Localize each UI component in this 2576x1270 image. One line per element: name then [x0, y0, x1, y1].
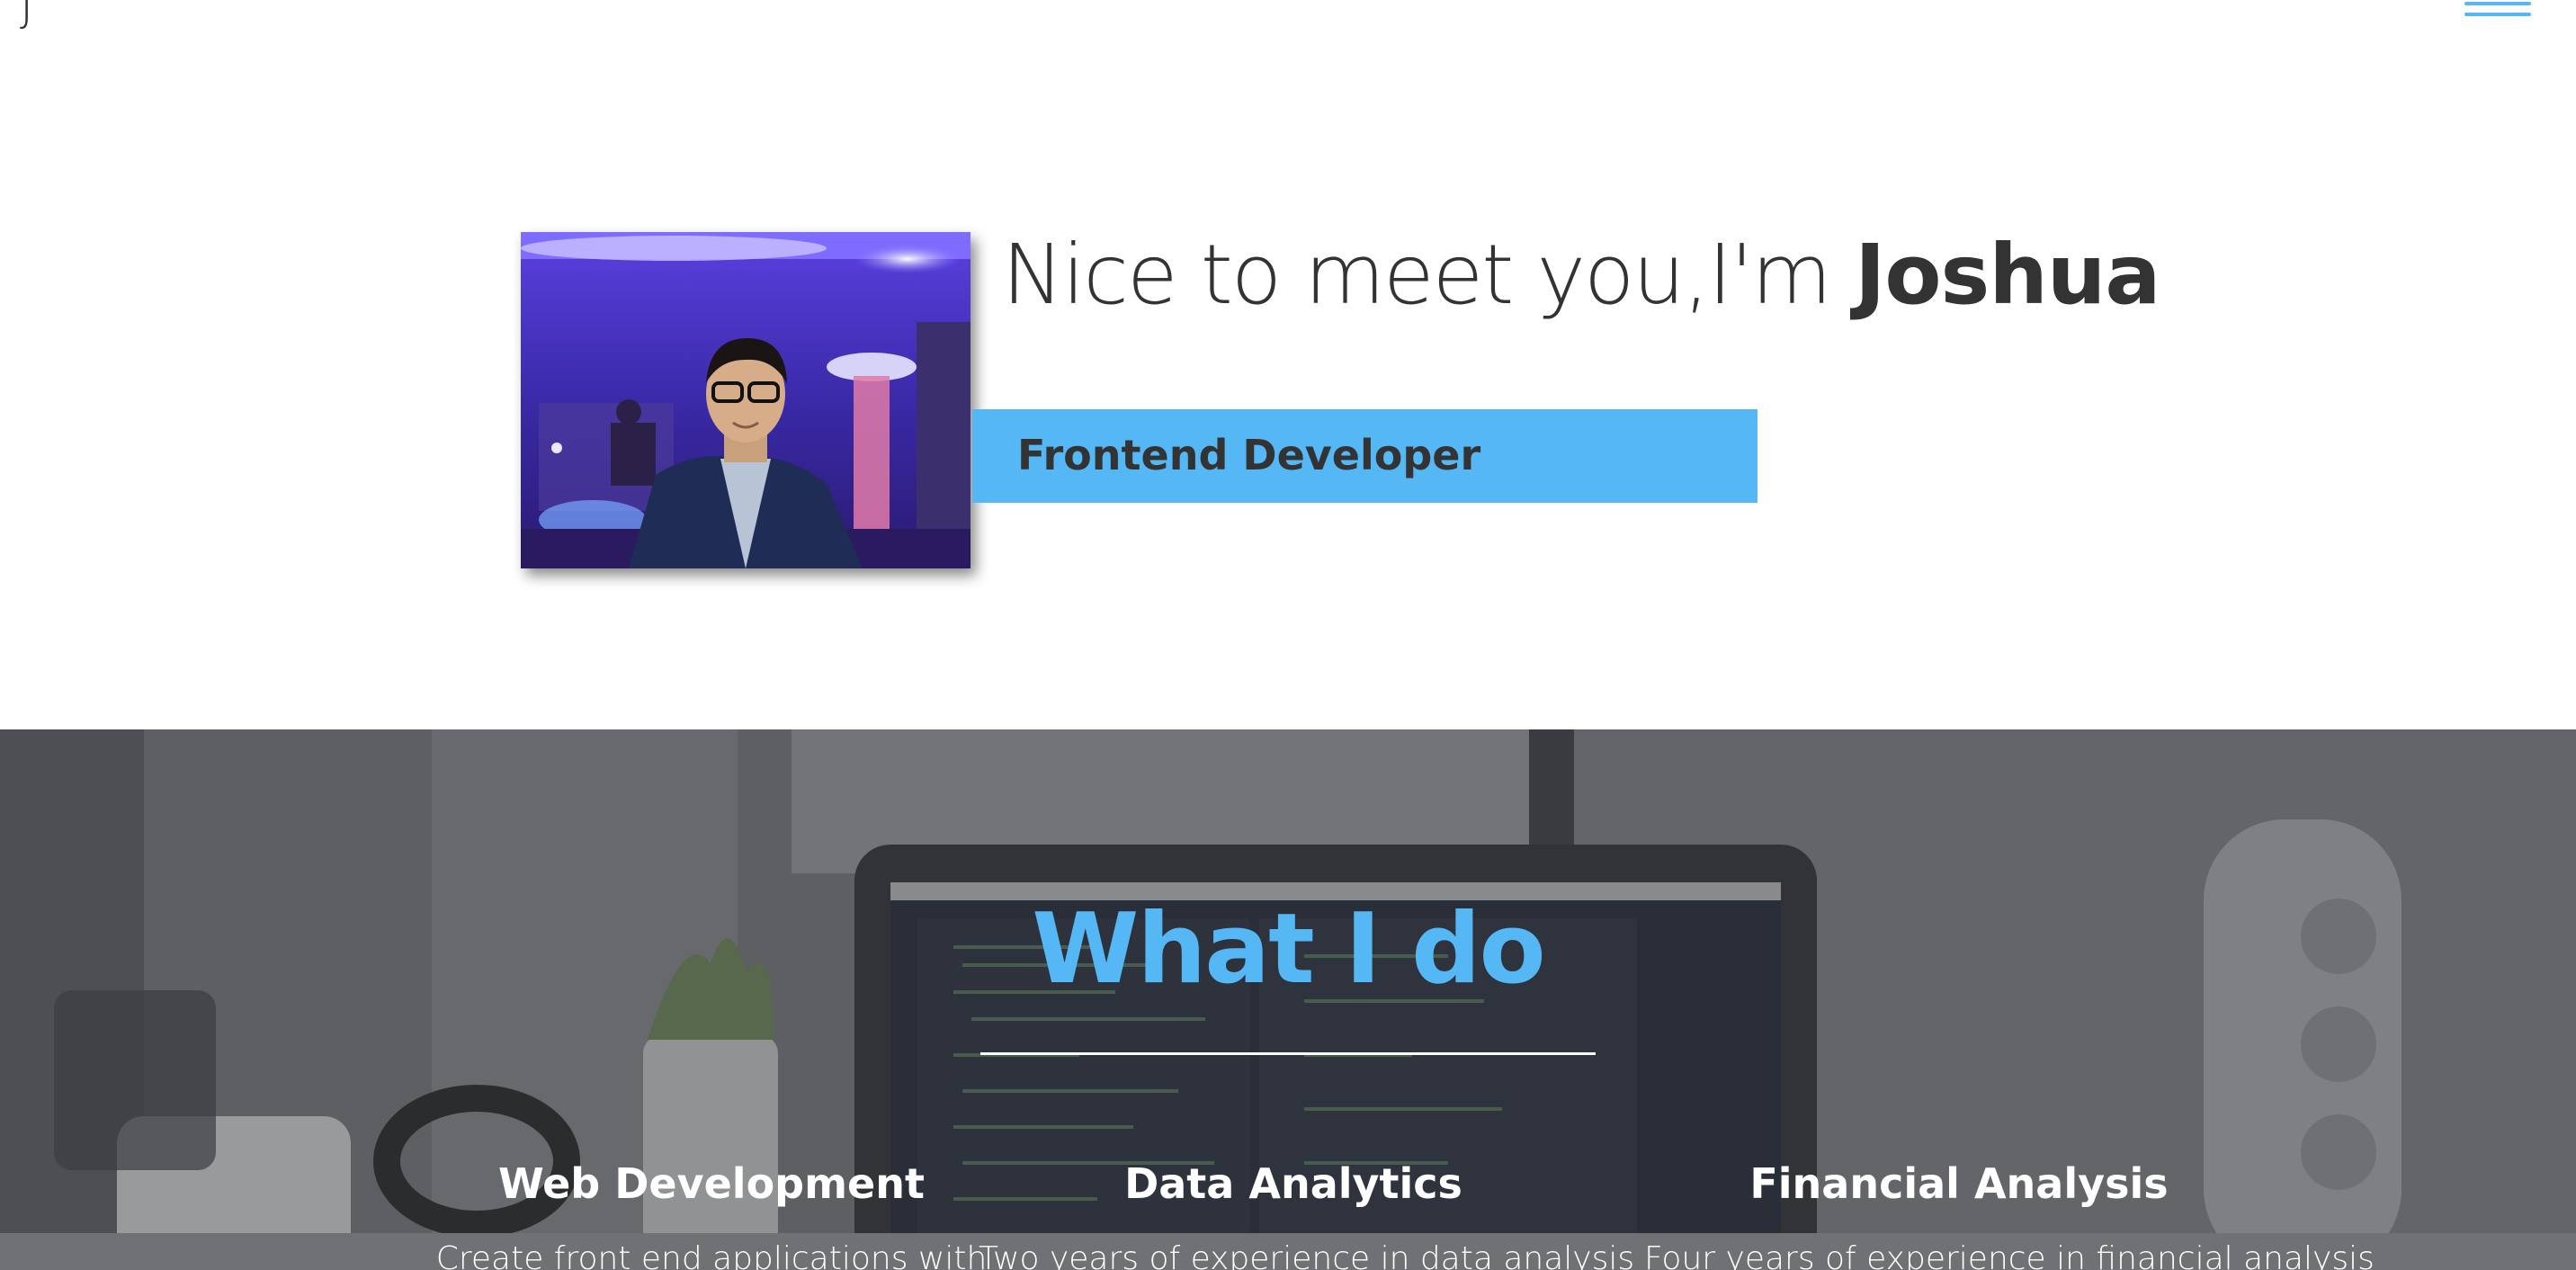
menu-line [2464, 2, 2531, 5]
hero-name: Joshua [1855, 227, 2160, 323]
service-description-data-analytics: Two years of experience in data analysis [979, 1240, 1635, 1270]
service-title-financial-analysis: Financial Analysis [1749, 1159, 2169, 1208]
profile-photo [521, 232, 970, 568]
role-banner: Frontend Developer [972, 409, 1758, 503]
section-divider [980, 1052, 1596, 1055]
hero-greeting: Nice to meet you,I'm Joshua [1002, 227, 2160, 323]
service-description-financial-analysis: Four years of experience in financial an… [1644, 1240, 2375, 1270]
page: J Nice to meet you,I'm Joshua Frontend D… [0, 0, 2576, 1270]
greeting-text: Nice to meet you,I'm [1002, 227, 1856, 323]
menu-line [2464, 13, 2531, 16]
service-title-web-development: Web Development [498, 1159, 925, 1208]
service-title-data-analytics: Data Analytics [1124, 1159, 1462, 1208]
services-section: What I do Web Development Create front e… [0, 729, 2576, 1270]
hamburger-menu-icon[interactable] [2464, 0, 2531, 22]
service-description-web-development: Create front end applications with [435, 1240, 988, 1270]
logo[interactable]: J [20, 0, 33, 32]
role-title: Frontend Developer [1017, 431, 1481, 479]
section-title: What I do [1032, 893, 1545, 1006]
